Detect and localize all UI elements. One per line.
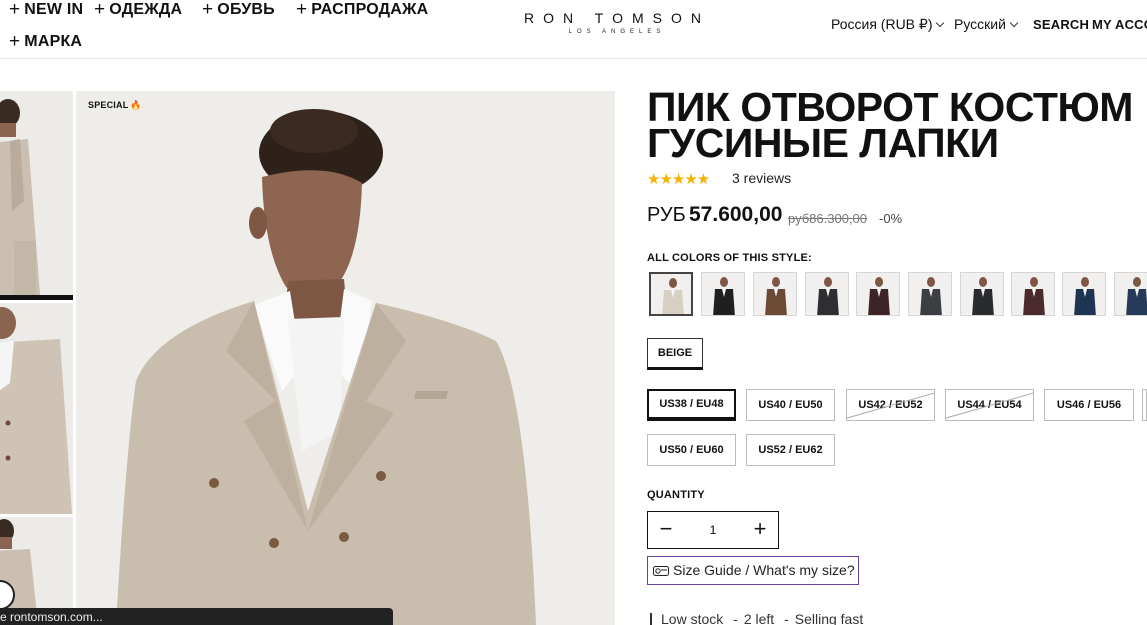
stock-indicator-icon bbox=[650, 613, 652, 625]
special-badge: SPECIAL 🔥 bbox=[88, 100, 142, 111]
account-link[interactable]: MY ACCOUNT bbox=[1092, 17, 1147, 32]
color-swatch[interactable] bbox=[753, 272, 797, 316]
thumbnail-image bbox=[0, 91, 73, 295]
color-swatch[interactable] bbox=[908, 272, 952, 316]
swatch-model-image bbox=[961, 273, 1003, 315]
stock-separator: - bbox=[733, 611, 738, 625]
product-photo bbox=[76, 91, 615, 625]
reviews-link[interactable]: 3 reviews bbox=[732, 170, 791, 186]
thumbnail-2[interactable] bbox=[0, 303, 73, 514]
active-thumbnail-indicator bbox=[0, 295, 73, 300]
quantity-input[interactable] bbox=[684, 512, 742, 548]
stock-left: 2 left bbox=[743, 611, 775, 625]
product-page: + NEW IN + ОДЕЖДА + ОБУВЬ + РАСПРОДАЖА + МАРК… bbox=[0, 0, 1147, 625]
badge-label: SPECIAL bbox=[88, 100, 129, 110]
region-selector[interactable]: Россия (RUB ₽) bbox=[831, 16, 945, 33]
product-title: ПИК ОТВОРОТ КОСТЮМ ГУСИНЫЕ ЛАПКИ bbox=[647, 87, 1147, 166]
rating-stars-icon[interactable]: ★★★★★ bbox=[647, 170, 710, 188]
swatch-model-image bbox=[651, 274, 691, 314]
nav-label: МАРКА bbox=[24, 33, 83, 50]
chevron-down-icon bbox=[936, 18, 945, 28]
stock-status: Low stock -2 left - Selling fast bbox=[650, 611, 863, 625]
stock-low: Low stock bbox=[661, 611, 724, 625]
nav-label: РАСПРОДАЖА bbox=[311, 1, 429, 18]
size-us40-eu50[interactable]: US40 / EU50 bbox=[746, 389, 835, 421]
quantity-label: QUANTITY bbox=[647, 489, 705, 501]
swatch-model-image bbox=[806, 273, 848, 315]
swatch-model-image bbox=[702, 273, 744, 315]
swatch-model-image bbox=[1063, 273, 1105, 315]
brand-logo[interactable]: RON TOMSON LOS ANGELES bbox=[508, 10, 726, 35]
size-us42-eu52[interactable]: US42 / EU52 bbox=[846, 389, 935, 421]
nav-label: NEW IN bbox=[24, 1, 84, 18]
nav-label: ОДЕЖДА bbox=[109, 1, 183, 18]
nav-new-in[interactable]: + NEW IN bbox=[9, 0, 83, 20]
size-guide-label: Size Guide / What's my size? bbox=[673, 562, 855, 578]
color-swatch[interactable] bbox=[805, 272, 849, 316]
stock-separator: - bbox=[784, 611, 789, 625]
plus-icon: + bbox=[9, 31, 21, 52]
color-swatch[interactable] bbox=[960, 272, 1004, 316]
size-us52-eu62[interactable]: US52 / EU62 bbox=[746, 434, 835, 466]
swatch-model-image bbox=[754, 273, 796, 315]
minus-button[interactable]: − bbox=[648, 512, 684, 548]
site-header: + NEW IN + ОДЕЖДА + ОБУВЬ + РАСПРОДАЖА + МАРК… bbox=[0, 0, 1147, 59]
plus-icon: + bbox=[9, 0, 21, 20]
current-price: 57.600,00 bbox=[689, 203, 783, 226]
region-label: Россия (RUB ₽) bbox=[831, 16, 933, 32]
nav-sale[interactable]: + РАСПРОДАЖА bbox=[296, 0, 428, 20]
tape-measure-icon bbox=[653, 566, 669, 576]
stock-fast: Selling fast bbox=[794, 611, 864, 625]
color-swatch[interactable] bbox=[701, 272, 745, 316]
swatch-model-image bbox=[857, 273, 899, 315]
plus-icon: + bbox=[94, 0, 106, 20]
color-swatch[interactable] bbox=[856, 272, 900, 316]
color-swatch[interactable] bbox=[649, 272, 693, 316]
title-line-2: ГУСИНЫЕ ЛАПКИ bbox=[647, 120, 999, 166]
quantity-stepper: − + bbox=[647, 511, 779, 549]
size-guide-button[interactable]: Size Guide / What's my size? bbox=[647, 556, 859, 585]
plus-button[interactable]: + bbox=[742, 512, 778, 548]
color-swatch[interactable] bbox=[1114, 272, 1147, 316]
chevron-down-icon bbox=[1009, 18, 1019, 28]
swatch-model-image bbox=[1012, 273, 1054, 315]
old-price: руб86.300,00 bbox=[788, 211, 868, 226]
language-selector[interactable]: Русский bbox=[954, 16, 1019, 32]
nav-clothing[interactable]: + ОДЕЖДА bbox=[94, 0, 182, 20]
swatch-model-image bbox=[1115, 273, 1147, 315]
nav-shoes[interactable]: + ОБУВЬ bbox=[202, 0, 275, 20]
logo-subtext: LOS ANGELES bbox=[568, 29, 666, 35]
main-product-image[interactable]: SPECIAL 🔥 bbox=[76, 91, 615, 625]
colors-label: ALL COLORS OF THIS STYLE: bbox=[647, 252, 812, 264]
plus-icon: + bbox=[296, 0, 308, 20]
color-swatch[interactable] bbox=[1062, 272, 1106, 316]
size-next-partial[interactable] bbox=[1142, 389, 1147, 421]
nav-label: ОБУВЬ bbox=[217, 1, 275, 18]
browser-status-bar: e rontomson.com... bbox=[0, 608, 393, 625]
price-currency: РУБ bbox=[647, 204, 686, 226]
thumbnail-1[interactable] bbox=[0, 91, 73, 295]
size-us38-eu48[interactable]: US38 / EU48 bbox=[647, 389, 736, 421]
search-link[interactable]: SEARCH bbox=[1033, 17, 1089, 32]
thumbnail-image bbox=[0, 303, 73, 514]
plus-icon: + bbox=[202, 0, 214, 20]
nav-brand[interactable]: + МАРКА bbox=[9, 30, 82, 52]
size-us50-eu60[interactable]: US50 / EU60 bbox=[647, 434, 736, 466]
discount-badge: -0% bbox=[879, 211, 903, 226]
logo-text: RON TOMSON bbox=[524, 10, 710, 26]
flame-icon: 🔥 bbox=[130, 100, 142, 110]
swatch-model-image bbox=[909, 273, 951, 315]
size-us46-eu56[interactable]: US46 / EU56 bbox=[1044, 389, 1134, 421]
selected-color-button[interactable]: BEIGE bbox=[647, 338, 703, 370]
language-label: Русский bbox=[954, 16, 1006, 32]
color-swatch[interactable] bbox=[1011, 272, 1055, 316]
size-us44-eu54[interactable]: US44 / EU54 bbox=[945, 389, 1034, 421]
